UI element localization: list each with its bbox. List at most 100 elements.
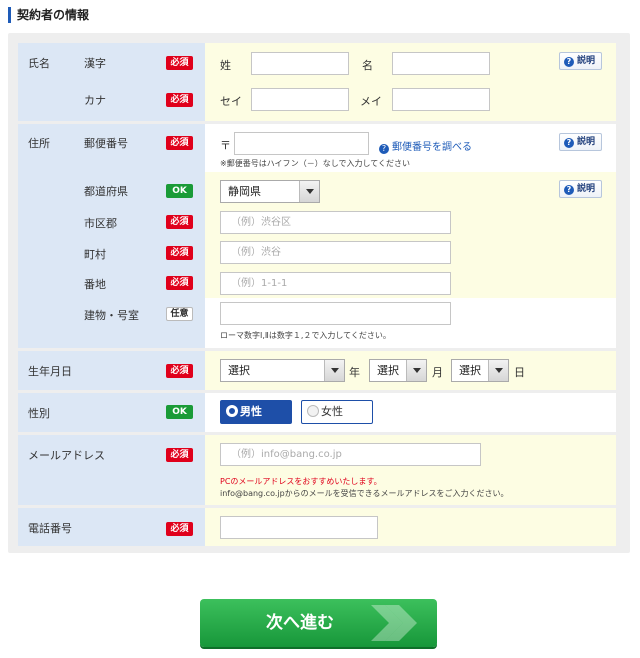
postal-lookup-label: 郵便番号を調べる — [392, 142, 472, 153]
birthdate-label: 生年月日 — [28, 365, 72, 378]
next-button-label: 次へ進む — [266, 613, 334, 633]
building-label: 建物・号室 — [84, 309, 139, 322]
section-title: 契約者の情報 — [8, 7, 89, 23]
building-note: ローマ数字Ⅰ,Ⅱは数字１,２で入力してください。 — [220, 331, 391, 340]
address-field-cell: 〒 ? 郵便番号を調べる ? 説明 ※郵便番号はハイフン（－）なしで入力してください… — [205, 124, 616, 348]
kanji-label: 漢字 — [84, 57, 106, 70]
required-badge: 必須 — [166, 276, 193, 290]
prefecture-label: 都道府県 — [84, 185, 128, 198]
email-input[interactable]: （例）info@bang.co.jp — [220, 443, 481, 466]
chevron-down-icon — [324, 360, 344, 381]
question-icon: ? — [564, 138, 574, 148]
name-label-cell: 氏名 漢字 必須 カナ 必須 — [18, 43, 205, 121]
block-input[interactable]: （例）1-1-1 — [220, 272, 451, 295]
required-badge: 必須 — [166, 522, 193, 536]
required-badge: 必須 — [166, 246, 193, 260]
gender-male-radio[interactable]: 男性 — [220, 400, 292, 424]
building-input[interactable] — [220, 302, 451, 325]
birth-month-select[interactable]: 選択 — [369, 359, 427, 382]
birth-day-value: 選択 — [459, 364, 481, 377]
address-label: 住所 — [28, 137, 50, 150]
birth-month-value: 選択 — [377, 364, 399, 377]
postal-mark: 〒 — [220, 139, 231, 152]
town-input[interactable]: （例）渋谷 — [220, 241, 451, 264]
chevron-down-icon — [406, 360, 426, 381]
help-label: 説明 — [577, 184, 596, 194]
name-field-cell: 姓 名 ? 説明 セイ メイ — [205, 43, 616, 121]
phone-input[interactable] — [220, 516, 378, 539]
postal-code-label: 郵便番号 — [84, 137, 128, 150]
email-label-cell: メールアドレス 必須 — [18, 435, 205, 505]
required-badge: 必須 — [166, 215, 193, 229]
chevron-down-icon — [488, 360, 508, 381]
city-label: 市区郡 — [84, 217, 117, 230]
block-label: 番地 — [84, 278, 106, 291]
email-receive-note: info@bang.co.jpからのメールを受信できるメールアドレスをご入力くだ… — [220, 489, 509, 498]
help-label: 説明 — [577, 56, 596, 66]
mei-kanji-label: 名 — [362, 59, 373, 72]
birthdate-label-cell: 生年月日 必須 — [18, 351, 205, 390]
radio-unchecked-icon — [307, 405, 319, 417]
phone-label-cell: 電話番号 必須 — [18, 508, 205, 546]
postal-note: ※郵便番号はハイフン（－）なしで入力してください — [220, 159, 410, 168]
ok-badge: OK — [166, 405, 193, 419]
question-icon: ? — [564, 185, 574, 195]
name-row: 氏名 漢字 必須 カナ 必須 姓 名 ? 説明 セイ メイ — [18, 43, 616, 121]
name-label: 氏名 — [28, 57, 50, 70]
sei-kana-input[interactable] — [251, 88, 349, 111]
required-badge: 必須 — [166, 364, 193, 378]
town-label: 町村 — [84, 248, 106, 261]
prefecture-help-button[interactable]: ? 説明 — [559, 180, 602, 198]
phone-label: 電話番号 — [28, 522, 72, 535]
gender-row: 性別 OK 男性 女性 — [18, 393, 616, 432]
address-label-cell: 住所 郵便番号 必須 都道府県 OK 市区郡 必須 町村 必須 番地 必須 建物… — [18, 124, 205, 348]
day-unit: 日 — [514, 366, 525, 379]
address-row: 住所 郵便番号 必須 都道府県 OK 市区郡 必須 町村 必須 番地 必須 建物… — [18, 124, 616, 348]
gender-label: 性別 — [28, 407, 50, 420]
mei-kanji-input[interactable] — [392, 52, 490, 75]
mei-kana-input[interactable] — [392, 88, 490, 111]
postal-lookup-link[interactable]: ? 郵便番号を調べる — [379, 138, 472, 154]
gender-female-radio[interactable]: 女性 — [301, 400, 373, 424]
birthdate-field-cell: 選択 年 選択 月 選択 日 — [205, 351, 616, 390]
prefecture-value: 静岡県 — [228, 185, 261, 198]
required-badge: 必須 — [166, 93, 193, 107]
mei-kana-label: メイ — [360, 95, 382, 108]
radio-checked-icon — [226, 405, 238, 417]
prefecture-select[interactable]: 静岡県 — [220, 180, 320, 203]
question-icon: ? — [379, 144, 389, 154]
question-icon: ? — [564, 57, 574, 67]
birth-year-select[interactable]: 選択 — [220, 359, 345, 382]
postal-code-input[interactable] — [234, 132, 369, 155]
next-button[interactable]: 次へ進む — [200, 599, 437, 647]
birth-day-select[interactable]: 選択 — [451, 359, 509, 382]
postal-help-button[interactable]: ? 説明 — [559, 133, 602, 151]
gender-field-cell: 男性 女性 — [205, 393, 616, 432]
double-chevron-right-icon — [371, 605, 417, 641]
gender-male-label: 男性 — [240, 405, 262, 418]
phone-field-cell — [205, 508, 616, 546]
chevron-down-icon — [299, 181, 319, 202]
required-badge: 必須 — [166, 448, 193, 462]
kana-label: カナ — [84, 94, 106, 107]
birth-year-value: 選択 — [228, 364, 250, 377]
month-unit: 月 — [432, 366, 443, 379]
email-field-cell: （例）info@bang.co.jp PCのメールアドレスをおすすめいたします。… — [205, 435, 616, 505]
name-help-button[interactable]: ? 説明 — [559, 52, 602, 70]
optional-badge: 任意 — [166, 307, 193, 321]
sei-kanji-input[interactable] — [251, 52, 349, 75]
city-input[interactable]: （例）渋谷区 — [220, 211, 451, 234]
email-row: メールアドレス 必須 （例）info@bang.co.jp PCのメールアドレス… — [18, 435, 616, 505]
birthdate-row: 生年月日 必須 選択 年 選択 月 選択 日 — [18, 351, 616, 390]
ok-badge: OK — [166, 184, 193, 198]
sei-kanji-label: 姓 — [220, 59, 231, 72]
year-unit: 年 — [349, 366, 360, 379]
gender-female-label: 女性 — [321, 405, 343, 418]
phone-row: 電話番号 必須 — [18, 508, 616, 546]
email-label: メールアドレス — [28, 449, 105, 462]
sei-kana-label: セイ — [220, 95, 242, 108]
required-badge: 必須 — [166, 56, 193, 70]
required-badge: 必須 — [166, 136, 193, 150]
email-recommend-note: PCのメールアドレスをおすすめいたします。 — [220, 477, 382, 486]
help-label: 説明 — [577, 137, 596, 147]
